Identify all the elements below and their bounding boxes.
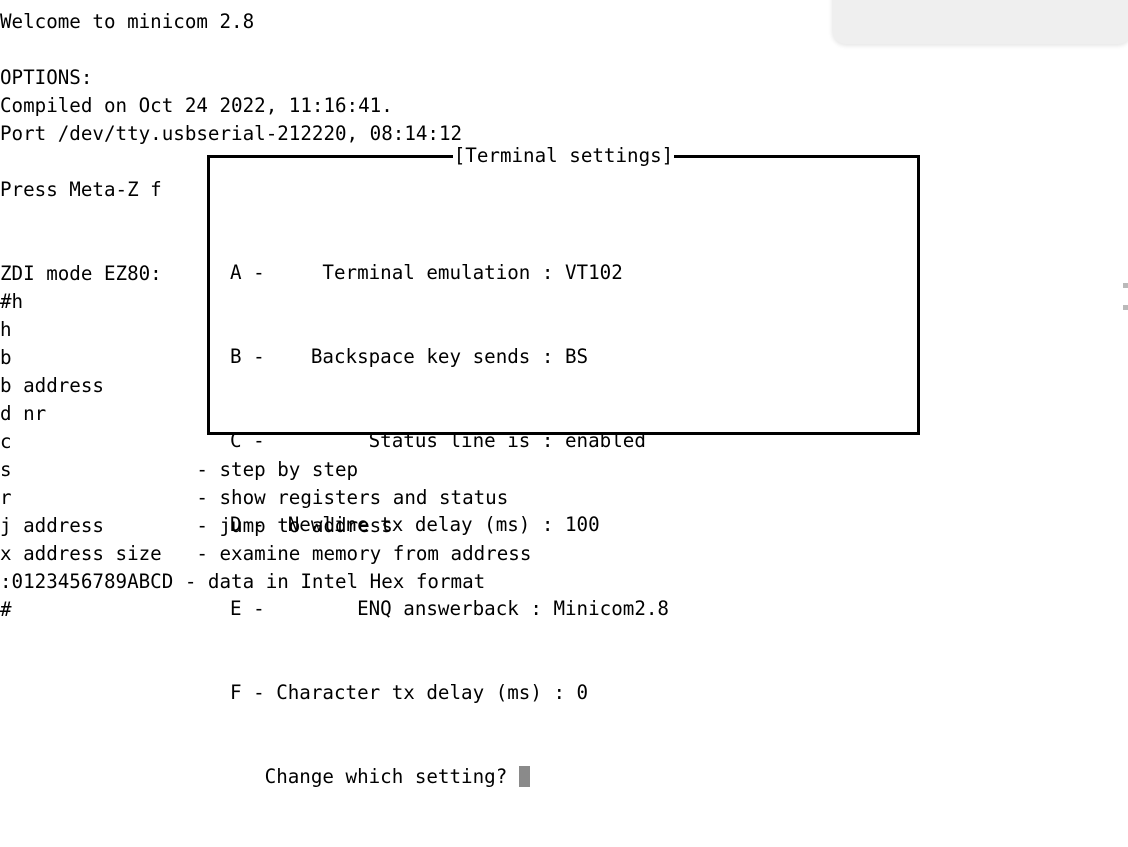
terminal-line: ZDI mode EZ80:	[0, 262, 162, 285]
terminal-line: Port /dev/tty.usbserial-212220, 08:14:12	[0, 122, 463, 145]
text-cursor	[518, 766, 530, 787]
change-setting-prompt-label: Change which setting?	[230, 765, 519, 788]
edge-marker-dot	[1123, 305, 1128, 310]
terminal-line: #	[0, 598, 12, 621]
terminal-line: Press Meta-Z f	[0, 178, 162, 201]
terminal-line: Welcome to minicom 2.8	[0, 10, 255, 33]
terminal-line: d nr	[0, 402, 47, 425]
dialog-body: A - Terminal emulation : VT102 B - Backs…	[230, 203, 669, 847]
edge-marker	[1120, 283, 1128, 313]
setting-row-enq-answerback[interactable]: E - ENQ answerback : Minicom2.8	[230, 595, 669, 623]
terminal-line: b address	[0, 374, 104, 397]
setting-row-terminal-emulation[interactable]: A - Terminal emulation : VT102	[230, 259, 669, 287]
terminal-line: c	[0, 430, 12, 453]
setting-row-backspace-key-sends[interactable]: B - Backspace key sends : BS	[230, 343, 669, 371]
terminal-line: h	[0, 318, 12, 341]
setting-row-status-line[interactable]: C - Status line is : enabled	[230, 427, 669, 455]
setting-row-character-tx-delay[interactable]: F - Character tx delay (ms) : 0	[230, 679, 669, 707]
edge-marker-dot	[1123, 283, 1128, 288]
terminal-line: OPTIONS:	[0, 66, 93, 89]
notification-panel[interactable]: Today	[832, 0, 1128, 44]
terminal-line: #h	[0, 290, 24, 313]
terminal-line: Compiled on Oct 24 2022, 11:16:41.	[0, 94, 393, 117]
terminal-line: b	[0, 346, 12, 369]
change-setting-prompt[interactable]: Change which setting?	[230, 763, 669, 791]
terminal-settings-dialog[interactable]: [Terminal settings] A - Terminal emulati…	[207, 142, 920, 788]
setting-row-newline-tx-delay[interactable]: D - Newline tx delay (ms) : 100	[230, 511, 669, 539]
